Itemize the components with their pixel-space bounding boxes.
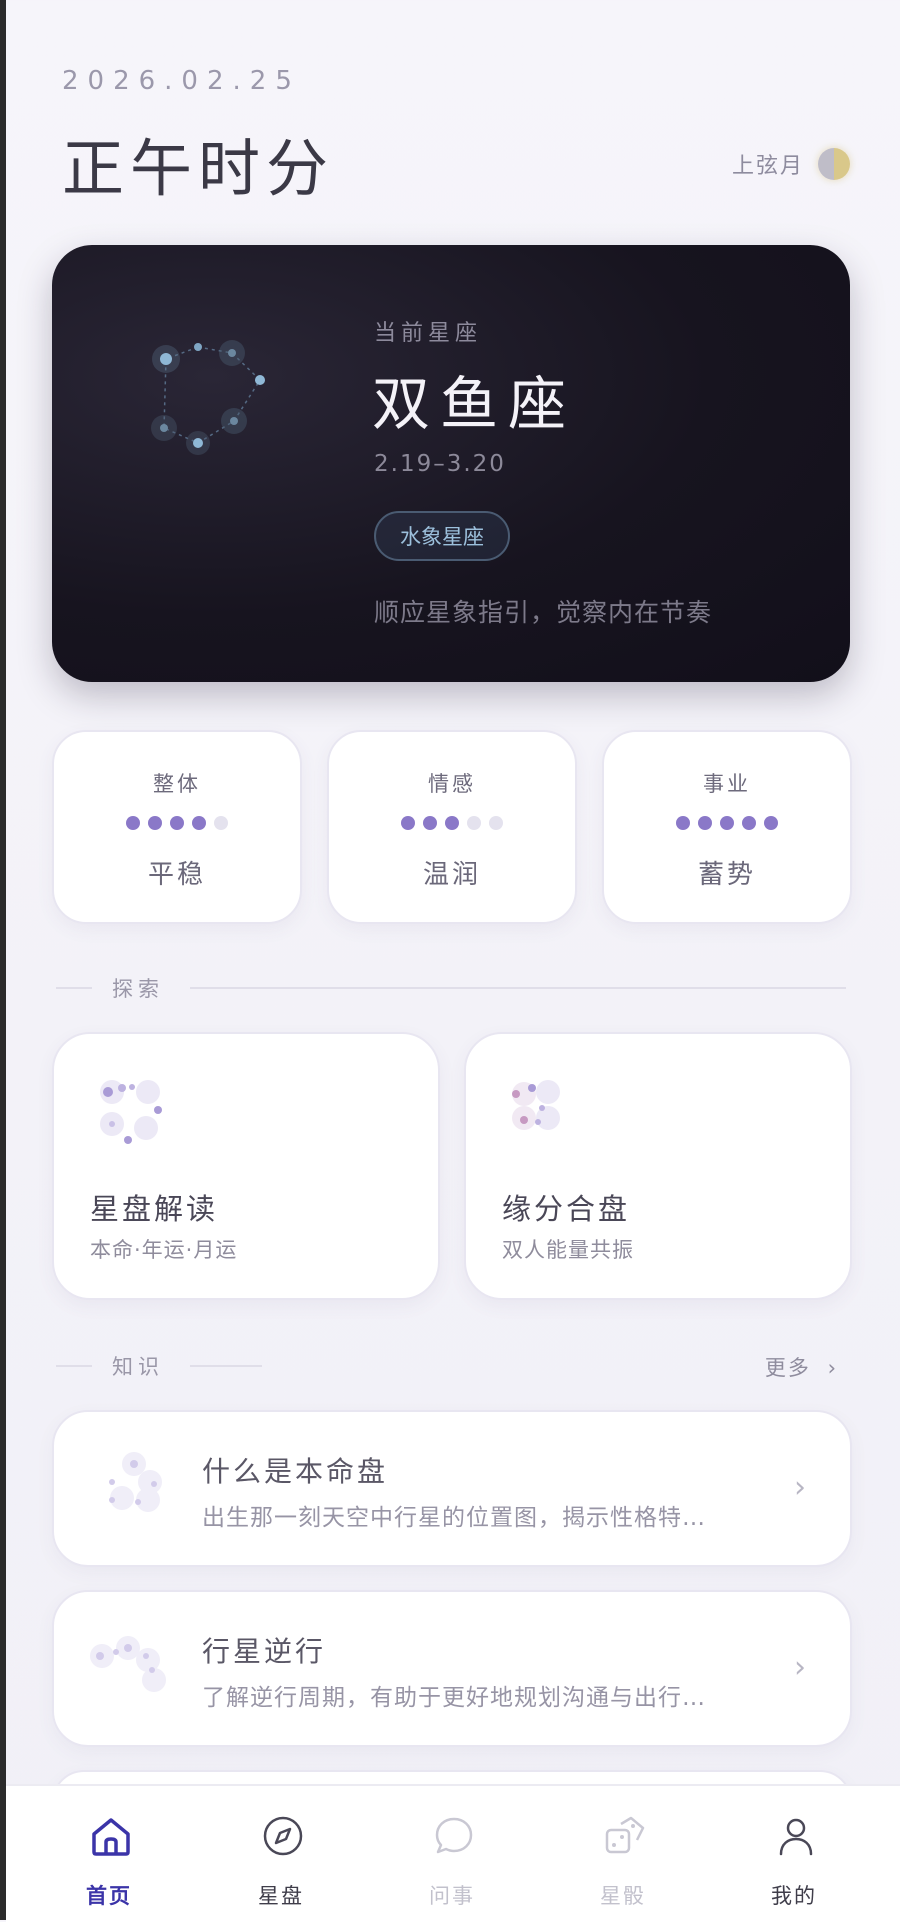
natal-chart-icon xyxy=(109,1452,162,1512)
rating-dot-filled xyxy=(192,816,206,830)
more-link[interactable]: 更多 › xyxy=(765,1352,838,1382)
moon-phase-label: 上弦月 xyxy=(731,154,804,179)
rating-dot-filled xyxy=(445,816,459,830)
rating-dot-filled xyxy=(170,816,184,830)
tab-chart[interactable]: 星盘 xyxy=(196,1786,366,1922)
chevron-right-icon: › xyxy=(794,1470,806,1505)
feature-card-synastry[interactable]: 缘分合盘 双人能量共振 xyxy=(464,1032,852,1300)
more-label: 更多 xyxy=(764,1356,811,1380)
zodiac-name: 双鱼座 xyxy=(372,370,577,438)
feature-subtitle: 双人能量共振 xyxy=(502,1238,634,1262)
chevron-right-icon: › xyxy=(827,1356,838,1380)
rating-dots xyxy=(54,816,300,830)
knowledge-title: 什么是本命盘 xyxy=(202,1455,389,1488)
hero-motto: 顺应星象指引，觉察内在节奏 xyxy=(374,598,713,627)
bottom-tab-bar: 首页 星盘 问事 星骰 我的 xyxy=(6,1784,900,1922)
rating-dots xyxy=(604,816,850,830)
stat-card-overall[interactable]: 整体 平稳 xyxy=(52,730,302,924)
section-divider xyxy=(190,1365,262,1367)
knowledge-desc: 了解逆行周期，有助于更好地规划沟通与出行… xyxy=(202,1685,706,1711)
element-badge: 水象星座 xyxy=(374,511,510,561)
retrograde-icon xyxy=(90,1636,166,1692)
moon-icon xyxy=(818,148,850,180)
rating-dot-empty xyxy=(489,816,503,830)
stat-value: 蓄势 xyxy=(697,860,756,890)
tab-profile[interactable]: 我的 xyxy=(709,1786,879,1922)
section-divider xyxy=(190,987,846,989)
pisces-constellation-icon xyxy=(151,340,265,455)
tab-label: 我的 xyxy=(771,1884,817,1908)
rating-dot-filled xyxy=(742,816,756,830)
synastry-icon xyxy=(512,1080,560,1130)
feature-title: 星盘解读 xyxy=(90,1192,219,1226)
feature-title: 缘分合盘 xyxy=(502,1192,631,1226)
stat-card-career[interactable]: 事业 蓄势 xyxy=(602,730,852,924)
date-label: 2026.02.25 xyxy=(62,66,301,96)
section-divider xyxy=(56,987,92,989)
rating-dot-filled xyxy=(401,816,415,830)
chat-bubble-icon xyxy=(435,1817,473,1854)
dice-icon xyxy=(605,1816,645,1854)
screen-edge xyxy=(0,0,6,1920)
rating-dot-filled xyxy=(764,816,778,830)
stat-label: 整体 xyxy=(153,772,201,796)
stat-value: 平稳 xyxy=(147,860,206,890)
feature-subtitle: 本命·年运·月运 xyxy=(90,1238,238,1262)
page-title: 正午时分 xyxy=(62,132,335,205)
rating-dot-filled xyxy=(126,816,140,830)
section-divider xyxy=(56,1365,92,1367)
zodiac-hero-card[interactable]: 当前星座 双鱼座 2.19–3.20 水象星座 顺应星象指引，觉察内在节奏 xyxy=(52,245,850,682)
rating-dot-filled xyxy=(720,816,734,830)
hero-subtitle: 当前星座 xyxy=(374,321,483,346)
tab-label: 星盘 xyxy=(258,1884,304,1908)
stat-label: 事业 xyxy=(703,772,751,796)
stat-label: 情感 xyxy=(428,772,476,796)
tab-label: 星骰 xyxy=(600,1884,646,1908)
knowledge-desc: 出生那一刻天空中行星的位置图，揭示性格特… xyxy=(202,1505,706,1531)
tab-home[interactable]: 首页 xyxy=(24,1786,194,1922)
chevron-right-icon: › xyxy=(794,1650,806,1685)
compass-icon xyxy=(263,1816,303,1856)
zodiac-date-range: 2.19–3.20 xyxy=(374,451,506,477)
home-icon xyxy=(92,1818,130,1856)
tab-label: 问事 xyxy=(429,1884,475,1908)
feature-card-chart-reading[interactable]: 星盘解读 本命·年运·月运 xyxy=(52,1032,440,1300)
moon-phase[interactable]: 上弦月 xyxy=(732,148,850,180)
rating-dots xyxy=(329,816,575,830)
tab-dice[interactable]: 星骰 xyxy=(538,1786,708,1922)
chart-reading-icon xyxy=(100,1080,162,1144)
rating-dot-empty xyxy=(467,816,481,830)
explore-section-title: 探索 xyxy=(112,977,164,1001)
user-icon xyxy=(779,1818,813,1856)
rating-dot-filled xyxy=(698,816,712,830)
rating-dot-filled xyxy=(676,816,690,830)
knowledge-item[interactable]: 行星逆行 了解逆行周期，有助于更好地规划沟通与出行… › xyxy=(52,1590,852,1747)
knowledge-section-title: 知识 xyxy=(112,1355,164,1379)
knowledge-title: 行星逆行 xyxy=(202,1635,327,1668)
tab-ask[interactable]: 问事 xyxy=(367,1786,537,1922)
rating-dot-filled xyxy=(423,816,437,830)
stat-value: 温润 xyxy=(422,860,481,890)
rating-dot-empty xyxy=(214,816,228,830)
rating-dot-filled xyxy=(148,816,162,830)
stat-card-emotion[interactable]: 情感 温润 xyxy=(327,730,577,924)
tab-label: 首页 xyxy=(86,1884,132,1908)
knowledge-item[interactable]: 什么是本命盘 出生那一刻天空中行星的位置图，揭示性格特… › xyxy=(52,1410,852,1567)
